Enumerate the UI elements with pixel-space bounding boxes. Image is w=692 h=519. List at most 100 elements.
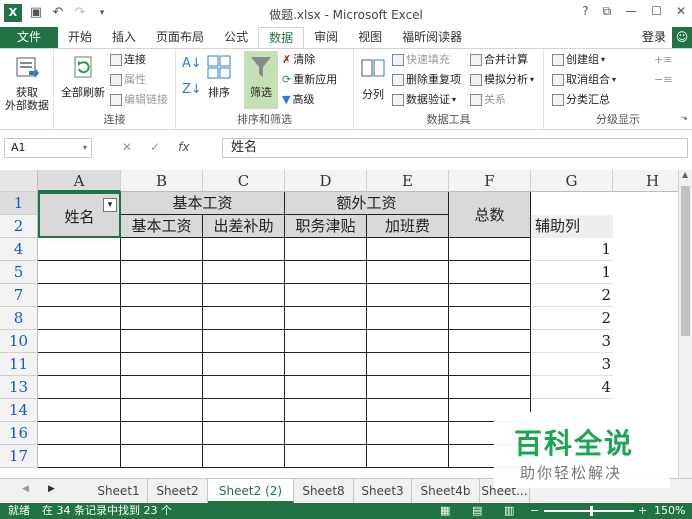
data-cell[interactable] [121, 238, 203, 261]
minimize-button[interactable]: — [625, 4, 637, 19]
help-button[interactable]: ? [582, 4, 588, 19]
data-cell[interactable] [38, 330, 121, 353]
data-cell[interactable] [285, 445, 367, 468]
row-header[interactable]: 5 [0, 261, 38, 284]
data-cell[interactable] [121, 261, 203, 284]
data-cell[interactable] [38, 261, 121, 284]
sheet-tab-6[interactable]: Sheet4b [412, 479, 480, 503]
what-if-button[interactable]: 模拟分析 ▾ [470, 71, 534, 89]
sheet-tab-1[interactable]: Sheet1 [90, 479, 148, 503]
data-cell[interactable] [285, 330, 367, 353]
column-header-c[interactable]: C [203, 170, 285, 192]
row-header[interactable]: 17 [0, 445, 38, 468]
ungroup-button[interactable]: 取消组合 ▾ [552, 71, 616, 89]
row-header[interactable]: 10 [0, 330, 38, 353]
data-cell[interactable] [449, 261, 531, 284]
flash-fill-button[interactable]: 快速填充 [392, 51, 450, 69]
helper-cell[interactable]: 1 [531, 261, 613, 284]
reapply-button[interactable]: ⟳ 重新应用 [282, 71, 337, 89]
tab-view[interactable]: 视图 [348, 27, 392, 48]
tab-insert[interactable]: 插入 [102, 27, 146, 48]
data-cell[interactable] [38, 445, 121, 468]
data-cell[interactable] [449, 330, 531, 353]
sheet-tab-2[interactable]: Sheet2 [148, 479, 208, 503]
data-cell[interactable] [38, 422, 121, 445]
sheet-tab-4[interactable]: Sheet8 [294, 479, 354, 503]
column-header-a[interactable]: A [38, 170, 121, 192]
relationships-button[interactable]: 关系 [470, 91, 506, 109]
cell-total[interactable]: 总数 [449, 192, 531, 238]
data-cell[interactable] [38, 307, 121, 330]
tab-data[interactable]: 数据 [258, 27, 305, 48]
data-cell[interactable] [38, 353, 121, 376]
enter-entry-icon[interactable]: ✓ [150, 140, 160, 154]
data-cell[interactable] [121, 376, 203, 399]
sort-button[interactable]: 排序 [204, 53, 234, 99]
text-to-columns-button[interactable]: 分列 [358, 55, 388, 101]
data-cell[interactable] [449, 307, 531, 330]
data-cell[interactable] [449, 376, 531, 399]
data-cell[interactable] [367, 399, 449, 422]
tab-home[interactable]: 开始 [58, 27, 102, 48]
zoom-level[interactable]: 150% [654, 503, 685, 519]
data-cell[interactable] [121, 307, 203, 330]
tab-foxit[interactable]: 福昕阅读器 [392, 27, 472, 48]
row-header[interactable]: 11 [0, 353, 38, 376]
cell-sub-basic[interactable]: 基本工资 [121, 215, 203, 238]
column-header-d[interactable]: D [285, 170, 367, 192]
remove-duplicates-button[interactable]: 删除重复项 [392, 71, 461, 89]
filter-button[interactable]: 筛选 [244, 51, 278, 109]
data-cell[interactable] [203, 284, 285, 307]
group-button[interactable]: 创建组 ▾ [552, 51, 605, 69]
consolidate-button[interactable]: 合并计算 [470, 51, 528, 69]
close-button[interactable]: ✕ [676, 4, 686, 19]
data-cell[interactable] [367, 330, 449, 353]
data-cell[interactable] [203, 399, 285, 422]
subtotal-button[interactable]: 分类汇总 [552, 91, 610, 109]
tab-file[interactable]: 文件 [0, 27, 59, 48]
prev-sheet-icon[interactable]: ◀ [22, 484, 29, 494]
data-cell[interactable] [121, 284, 203, 307]
zoom-out-icon[interactable]: − [530, 503, 539, 519]
cell-basic-wage[interactable]: 基本工资 [121, 192, 285, 215]
data-cell[interactable] [121, 353, 203, 376]
login-link[interactable]: 登录 [642, 27, 666, 48]
tab-formulas[interactable]: 公式 [214, 27, 258, 48]
name-box-dropdown-icon[interactable]: ▾ [83, 139, 87, 157]
data-validation-button[interactable]: 数据验证 ▾ [392, 91, 456, 109]
data-cell[interactable] [285, 284, 367, 307]
data-cell[interactable] [121, 445, 203, 468]
data-cell[interactable] [285, 376, 367, 399]
cell-helper-header[interactable]: 辅助列 [531, 215, 613, 238]
data-cell[interactable] [121, 399, 203, 422]
data-cell[interactable] [367, 376, 449, 399]
sort-az-icon[interactable]: A↓ [182, 55, 202, 73]
data-cell[interactable] [285, 399, 367, 422]
column-header-e[interactable]: E [367, 170, 449, 192]
maximize-button[interactable]: ☐ [651, 4, 662, 19]
name-box[interactable]: A1 ▾ [4, 138, 92, 158]
data-cell[interactable] [367, 238, 449, 261]
row-header[interactable]: 14 [0, 399, 38, 422]
data-cell[interactable] [203, 261, 285, 284]
column-header-f[interactable]: F [449, 170, 531, 192]
connections-button[interactable]: 连接 [110, 51, 146, 69]
helper-cell[interactable]: 2 [531, 284, 613, 307]
data-cell[interactable] [367, 284, 449, 307]
data-cell[interactable] [449, 238, 531, 261]
data-cell[interactable] [203, 445, 285, 468]
scroll-up-icon[interactable]: ▲ [682, 170, 688, 179]
data-cell[interactable] [38, 284, 121, 307]
data-cell[interactable] [285, 307, 367, 330]
cell-sub-overtime[interactable]: 加班费 [367, 215, 449, 238]
data-cell[interactable] [121, 330, 203, 353]
data-cell[interactable] [203, 376, 285, 399]
page-break-view-icon[interactable]: ▥ [504, 503, 514, 519]
scrollbar-thumb[interactable] [681, 186, 690, 336]
formula-input[interactable]: 姓名 [222, 138, 688, 158]
show-detail-icon[interactable]: +≡ [654, 51, 672, 69]
cell-sub-duty[interactable]: 职务津贴 [285, 215, 367, 238]
data-cell[interactable] [367, 353, 449, 376]
data-cell[interactable] [285, 353, 367, 376]
row-header[interactable]: 4 [0, 238, 38, 261]
